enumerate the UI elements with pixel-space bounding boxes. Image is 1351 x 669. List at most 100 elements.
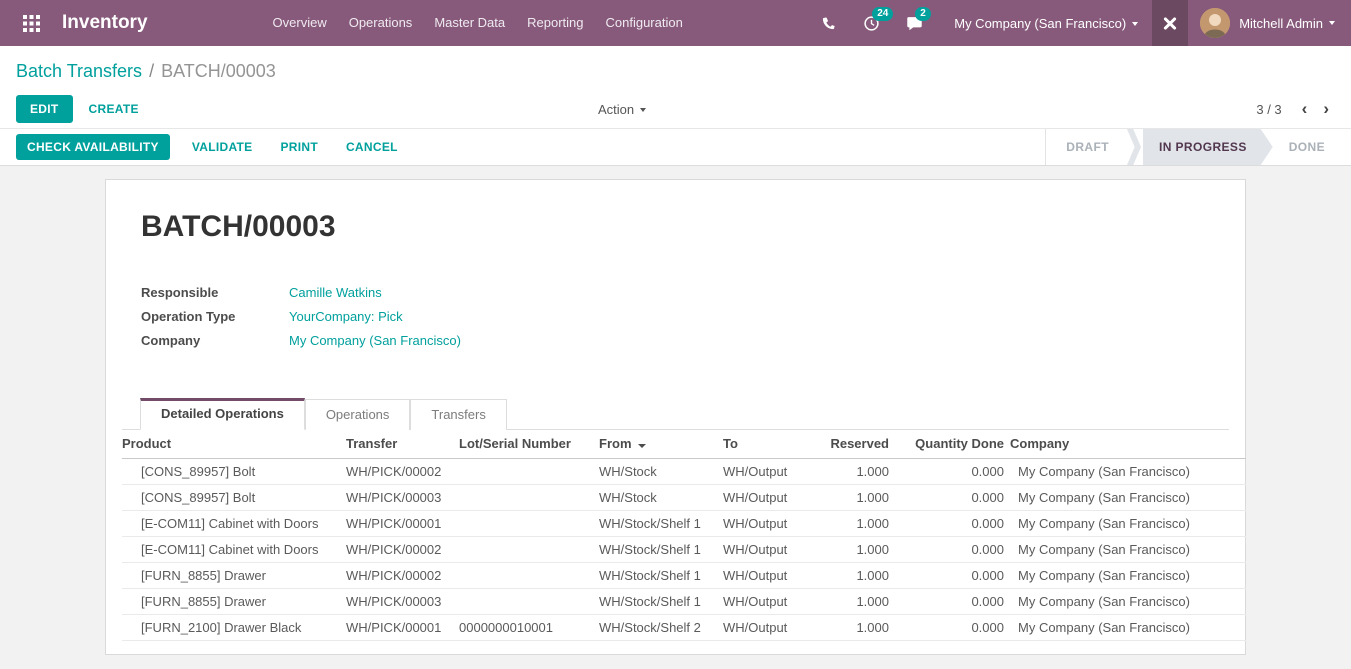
cell-transfer: WH/PICK/00003 <box>346 588 459 614</box>
user-menu[interactable]: Mitchell Admin <box>1188 8 1351 38</box>
user-name-label: Mitchell Admin <box>1239 16 1323 31</box>
notebook-tab[interactable]: Transfers <box>410 399 506 430</box>
cell-transfer: WH/PICK/00002 <box>346 562 459 588</box>
edit-button[interactable]: EDIT <box>16 95 73 123</box>
topbar-menu-item[interactable]: Operations <box>338 0 424 46</box>
tools-icon <box>1161 14 1179 32</box>
company-switcher-label: My Company (San Francisco) <box>954 16 1126 31</box>
status-stages: DRAFT IN PROGRESS DONE <box>1045 129 1351 165</box>
grid-icon <box>23 15 40 32</box>
notebook-tab[interactable]: Detailed Operations <box>140 398 305 430</box>
cell-reserved: 1.000 <box>823 562 895 588</box>
statusbar-button[interactable]: CHECK AVAILABILITY <box>16 134 170 160</box>
column-header[interactable]: Reserved <box>823 430 895 458</box>
column-header[interactable]: Quantity Done <box>895 430 1010 458</box>
status-stage[interactable]: DRAFT <box>1050 129 1125 165</box>
app-name-menu[interactable]: Inventory <box>62 12 148 34</box>
table-row[interactable]: [FURN_8855] Drawer WH/PICK/00002 WH/Stoc… <box>122 562 1246 588</box>
column-header[interactable]: Company <box>1010 430 1246 458</box>
field-group: Responsible Camille Watkins Operation Ty… <box>141 280 1245 352</box>
top-navbar: Inventory Overview Operations Master Dat… <box>0 0 1351 46</box>
breadcrumb-parent-link[interactable]: Batch Transfers <box>16 61 142 82</box>
topbar-menu-item[interactable]: Master Data <box>423 0 516 46</box>
column-header[interactable]: To <box>723 430 823 458</box>
table-row[interactable]: [E-COM11] Cabinet with Doors WH/PICK/000… <box>122 510 1246 536</box>
form-sheet: BATCH/00003 Responsible Camille Watkins … <box>105 179 1246 655</box>
topbar-right-zone: 24 2 My Company (San Francisco) <box>808 0 1351 46</box>
topbar-menu-item[interactable]: Configuration <box>595 0 694 46</box>
table-row[interactable]: [FURN_8855] Drawer WH/PICK/00003 WH/Stoc… <box>122 588 1246 614</box>
company-switcher[interactable]: My Company (San Francisco) <box>954 16 1138 31</box>
cell-to: WH/Output <box>723 562 823 588</box>
field-row: Operation Type YourCompany: Pick <box>141 304 1245 328</box>
table-row[interactable]: [CONS_89957] Bolt WH/PICK/00003 WH/Stock… <box>122 484 1246 510</box>
statusbar-button[interactable]: PRINT <box>280 140 318 154</box>
activities-count-badge: 24 <box>872 7 893 21</box>
tab-bar: Detailed Operations Operations Transfers <box>122 398 1229 430</box>
cell-company: My Company (San Francisco) <box>1010 562 1246 588</box>
stage-wrap: IN PROGRESS <box>1125 129 1273 165</box>
detailed-operations-table: Product Transfer Lot/Serial Number <box>122 430 1246 641</box>
cell-company: My Company (San Francisco) <box>1010 536 1246 562</box>
cell-company: My Company (San Francisco) <box>1010 588 1246 614</box>
column-header[interactable]: Product <box>122 430 346 458</box>
field-value-link[interactable]: YourCompany: Pick <box>289 309 403 324</box>
cell-transfer: WH/PICK/00001 <box>346 614 459 640</box>
cell-from: WH/Stock <box>599 484 723 510</box>
create-button[interactable]: CREATE <box>89 102 139 116</box>
cell-to: WH/Output <box>723 536 823 562</box>
cell-reserved: 1.000 <box>823 614 895 640</box>
cell-reserved: 1.000 <box>823 458 895 484</box>
cell-quantity-done: 0.000 <box>895 536 1010 562</box>
topbar-menu-item[interactable]: Overview <box>262 0 338 46</box>
cell-reserved: 1.000 <box>823 510 895 536</box>
cell-quantity-done: 0.000 <box>895 614 1010 640</box>
topbar-menu-item[interactable]: Reporting <box>516 0 594 46</box>
cell-lot-serial-number: 0000000010001 <box>459 614 599 640</box>
column-header[interactable]: Transfer <box>346 430 459 458</box>
activities-button[interactable]: 24 <box>850 0 893 46</box>
field-label: Responsible <box>141 285 289 300</box>
pager-value[interactable]: 3 / 3 <box>1256 102 1281 117</box>
column-header-label: Quantity Done <box>915 436 1004 451</box>
action-menu[interactable]: Action <box>598 102 646 117</box>
phone-icon <box>821 15 837 31</box>
cell-from: WH/Stock/Shelf 1 <box>599 588 723 614</box>
column-header-label: To <box>723 436 738 451</box>
cell-reserved: 1.000 <box>823 536 895 562</box>
cell-reserved: 1.000 <box>823 484 895 510</box>
cell-from: WH/Stock/Shelf 1 <box>599 510 723 536</box>
developer-tools-button[interactable] <box>1152 0 1188 46</box>
top-menu-bar: Overview Operations Master Data Reportin… <box>262 0 694 46</box>
breadcrumb-separator: / <box>149 61 154 82</box>
table-row[interactable]: [E-COM11] Cabinet with Doors WH/PICK/000… <box>122 536 1246 562</box>
cell-product: [CONS_89957] Bolt <box>122 458 346 484</box>
table-row[interactable]: [CONS_89957] Bolt WH/PICK/00002 WH/Stock… <box>122 458 1246 484</box>
messages-count-badge: 2 <box>915 7 931 21</box>
status-stage[interactable]: IN PROGRESS <box>1143 129 1273 165</box>
field-value-link[interactable]: Camille Watkins <box>289 285 382 300</box>
cell-quantity-done: 0.000 <box>895 484 1010 510</box>
status-stage[interactable]: DONE <box>1273 129 1341 165</box>
control-panel: Batch Transfers / BATCH/00003 EDIT CREAT… <box>0 46 1351 128</box>
pager-previous-button[interactable]: ‹ <box>1294 99 1316 119</box>
column-header[interactable]: Lot/Serial Number <box>459 430 599 458</box>
field-row: Responsible Camille Watkins <box>141 280 1245 304</box>
column-header-label: Reserved <box>830 436 889 451</box>
field-value-link[interactable]: My Company (San Francisco) <box>289 333 461 348</box>
cell-lot-serial-number <box>459 536 599 562</box>
cell-quantity-done: 0.000 <box>895 588 1010 614</box>
table-row[interactable]: [FURN_2100] Drawer Black WH/PICK/00001 0… <box>122 614 1246 640</box>
apps-grid-icon[interactable] <box>16 0 46 46</box>
statusbar-button[interactable]: CANCEL <box>346 140 398 154</box>
table-header-row: Product Transfer Lot/Serial Number <box>122 430 1246 458</box>
pager-next-button[interactable]: › <box>1315 99 1337 119</box>
chevron-down-icon <box>1329 21 1335 25</box>
cell-product: [FURN_8855] Drawer <box>122 588 346 614</box>
cell-quantity-done: 0.000 <box>895 458 1010 484</box>
statusbar-button[interactable]: VALIDATE <box>192 140 253 154</box>
column-header[interactable]: From <box>599 430 723 458</box>
notebook-tab[interactable]: Operations <box>305 399 411 430</box>
voip-phone-button[interactable] <box>808 0 850 46</box>
messages-button[interactable]: 2 <box>893 0 936 46</box>
